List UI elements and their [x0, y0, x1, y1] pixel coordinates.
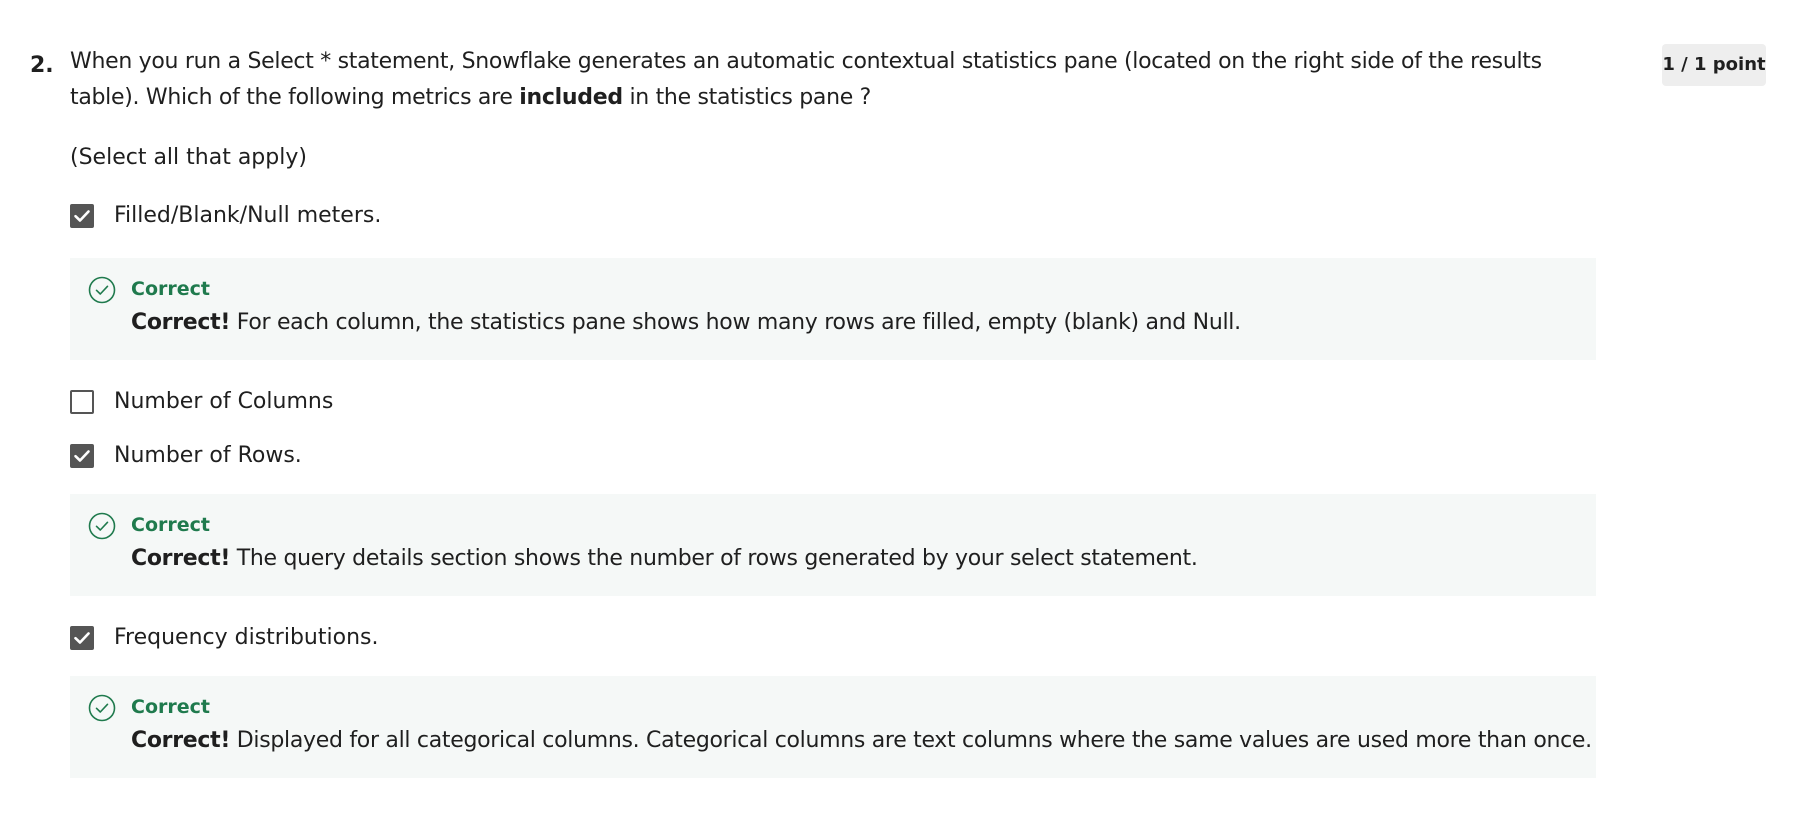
checkmark-icon — [74, 210, 90, 222]
question-number: 2. — [30, 53, 54, 78]
feedback-status: Correct — [131, 278, 210, 300]
feedback-text: Correct! For each column, the statistics… — [131, 306, 1241, 340]
feedback-lead: Correct! — [131, 310, 231, 335]
option-label: Frequency distributions. — [114, 625, 379, 650]
feedback-body: For each column, the statistics pane sho… — [230, 310, 1241, 335]
feedback-panel: Correct Correct! For each column, the st… — [70, 258, 1596, 360]
feedback-lead: Correct! — [131, 728, 231, 753]
question-text-emphasis: included — [519, 85, 623, 110]
feedback-panel: Correct Correct! The query details secti… — [70, 494, 1596, 596]
question-text: When you run a Select * statement, Snowf… — [70, 44, 1610, 116]
checkbox-checked[interactable] — [70, 444, 94, 468]
option-label: Filled/Blank/Null meters. — [114, 203, 382, 228]
feedback-body: The query details section shows the numb… — [230, 546, 1198, 571]
option-label: Number of Columns — [114, 389, 334, 414]
option-filled-blank-null[interactable]: Filled/Blank/Null meters. — [70, 198, 381, 234]
checkbox-checked[interactable] — [70, 626, 94, 650]
quiz-question: 2. When you run a Select * statement, Sn… — [0, 0, 1804, 820]
feedback-status: Correct — [131, 514, 210, 536]
feedback-text: Correct! The query details section shows… — [131, 542, 1198, 576]
question-text-part: in the statistics pane ? — [622, 85, 872, 110]
points-badge: 1 / 1 point — [1662, 44, 1766, 86]
checkmark-icon — [74, 632, 90, 644]
checkbox-unchecked[interactable] — [70, 390, 94, 414]
feedback-status: Correct — [131, 696, 210, 718]
select-instruction: (Select all that apply) — [70, 145, 307, 170]
feedback-text: Correct! Displayed for all categorical c… — [131, 724, 1592, 758]
checkbox-checked[interactable] — [70, 204, 94, 228]
option-number-of-columns[interactable]: Number of Columns — [70, 384, 333, 420]
option-frequency-distributions[interactable]: Frequency distributions. — [70, 620, 378, 656]
checkmark-icon — [74, 450, 90, 462]
check-circle-icon — [88, 276, 116, 304]
feedback-panel: Correct Correct! Displayed for all categ… — [70, 676, 1596, 778]
feedback-body: Displayed for all categorical columns. C… — [230, 728, 1592, 753]
option-number-of-rows[interactable]: Number of Rows. — [70, 438, 302, 474]
feedback-lead: Correct! — [131, 546, 231, 571]
option-label: Number of Rows. — [114, 443, 302, 468]
check-circle-icon — [88, 694, 116, 722]
check-circle-icon — [88, 512, 116, 540]
